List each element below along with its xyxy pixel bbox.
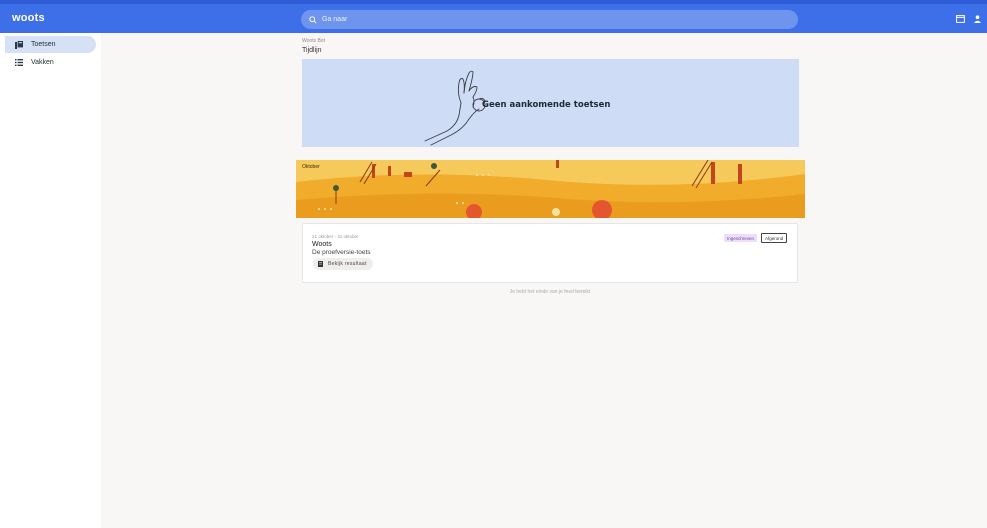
- search-bar[interactable]: Ga naar: [301, 10, 798, 29]
- status-badge: Ingeschreven: [724, 234, 758, 242]
- user-icon[interactable]: [974, 15, 981, 23]
- completed-badge: Afgerond: [761, 233, 788, 243]
- empty-state-message: Geen aankomende toetsen: [482, 100, 611, 110]
- autumn-illustration: [296, 160, 805, 218]
- test-name[interactable]: Woots: [312, 241, 332, 248]
- breadcrumb[interactable]: Woots Bot: [302, 38, 325, 44]
- empty-state-banner: Geen aankomende toetsen: [302, 59, 799, 147]
- top-bar: woots Ga naar: [0, 0, 987, 33]
- test-card[interactable]: 21 oktober - 31 oktober Woots De proefve…: [302, 223, 798, 283]
- sidebar-item-label: Vakken: [31, 59, 54, 66]
- test-date-range: 21 oktober - 31 oktober: [312, 234, 359, 239]
- view-results-label: Bekijk resultaat: [328, 261, 367, 267]
- end-of-feed-note: Je hebt het einde van je feed bereikt: [509, 289, 591, 295]
- sidebar: Toetsen Vakken: [0, 33, 101, 528]
- view-results-button[interactable]: Bekijk resultaat: [313, 258, 373, 270]
- document-icon: [318, 261, 323, 267]
- calendar-icon[interactable]: [956, 15, 965, 23]
- list-icon: [15, 59, 23, 66]
- sidebar-item-vakken[interactable]: Vakken: [5, 54, 96, 71]
- test-subtitle: De proefversie-toets: [312, 249, 371, 256]
- search-icon: [309, 11, 317, 29]
- sidebar-item-label: Toetsen: [31, 41, 56, 48]
- tests-icon: [15, 40, 23, 49]
- search-placeholder: Ga naar: [322, 16, 348, 23]
- timeline-title: Tijdlijn: [302, 47, 322, 54]
- course-name: Oktober: [302, 164, 320, 170]
- app-logo[interactable]: woots: [12, 12, 45, 24]
- course-banner[interactable]: Oktober: [296, 160, 805, 218]
- sidebar-item-toetsen[interactable]: Toetsen: [5, 36, 96, 53]
